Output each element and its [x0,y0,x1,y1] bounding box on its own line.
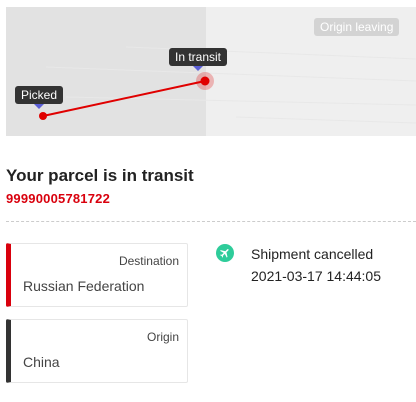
destination-card: Destination Russian Federation [6,243,188,307]
route-line [42,80,206,117]
destination-label: Destination [118,254,179,268]
parcel-status-title: Your parcel is in transit [6,166,194,185]
destination-value: Russian Federation [23,278,145,294]
section-divider [6,221,416,222]
origin-card: Origin China [6,319,188,383]
tracking-number: 99990005781722 [6,191,111,206]
event-datetime: 2021-03-17 14:44:05 [251,268,381,284]
picked-marker-label: Picked [15,86,64,109]
map-road-lines [45,46,416,124]
event-status: Shipment cancelled [251,246,374,262]
in-transit-point[interactable] [200,76,210,86]
in-transit-marker-label: In transit [169,48,228,71]
picked-point[interactable] [39,112,47,120]
origin-value: China [23,354,60,370]
origin-label: Origin [146,330,179,344]
airplane-icon [216,244,234,262]
origin-leaving-marker-label: Origin leaving [314,18,400,36]
tracking-map[interactable]: Picked In transit Origin leaving [6,7,416,136]
